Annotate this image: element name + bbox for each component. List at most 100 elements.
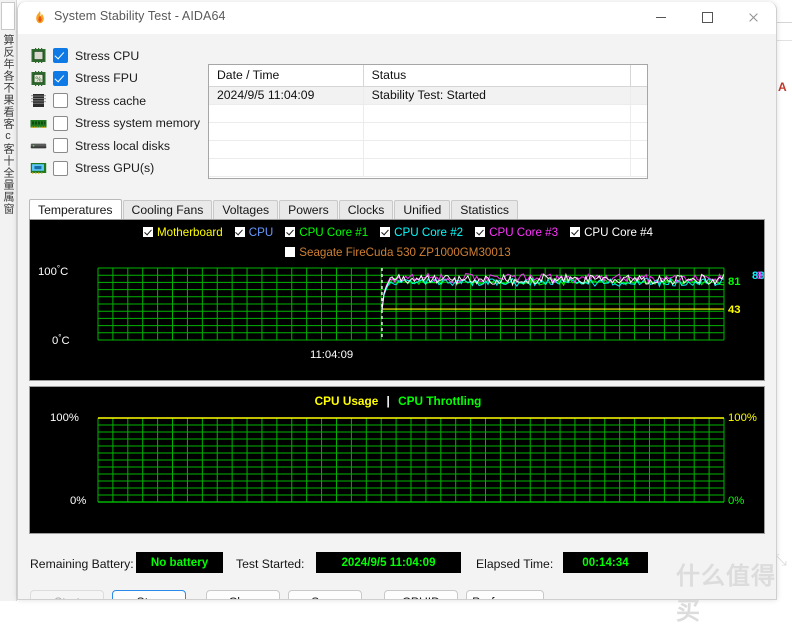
table-row[interactable] (209, 159, 647, 177)
minimize-button[interactable] (638, 2, 684, 33)
clear-button[interactable]: Clear (206, 590, 280, 599)
tab-label: Powers (288, 203, 329, 217)
save-button[interactable]: Save (288, 590, 362, 599)
background-left-rail: 算反年各不果看客c客十全量属窗 (0, 0, 17, 601)
stress-local-disks-checkbox[interactable] (53, 138, 68, 153)
temp-value-motherboard: 43 (728, 304, 741, 316)
temp-value-core1: 81 (728, 276, 741, 288)
stress-option-fpu[interactable]: % Stress FPU (30, 69, 210, 88)
system-stability-test-window: System Stability Test - AIDA64 Stress CP… (17, 2, 777, 600)
stress-gpu-checkbox[interactable] (53, 160, 68, 176)
cpu-usage-plot (97, 417, 725, 503)
cell-status (364, 159, 632, 176)
svg-text:%: % (35, 75, 42, 83)
cell-extra (631, 105, 647, 122)
cell-extra (631, 87, 647, 104)
stress-option-system-memory[interactable]: Stress system memory (30, 114, 210, 133)
close-icon (748, 12, 759, 23)
tab-clocks[interactable]: Clocks (338, 200, 394, 219)
temperatures-chart[interactable]: Motherboard CPU CPU Core #1 CPU Core #2 CPU … (29, 219, 765, 381)
cell-extra (631, 141, 647, 158)
stress-option-gpu[interactable]: Stress GPU(s) (30, 159, 210, 178)
test-started-value: 2024/9/5 11:04:09 (316, 552, 461, 573)
sensor-tab-bar: Temperatures Cooling Fans Voltages Power… (29, 199, 765, 219)
preferences-button[interactable]: Preferences (466, 590, 544, 599)
stress-options-list: Stress CPU % Stress FPU Stress cache Str… (30, 46, 210, 181)
tab-label: Voltages (222, 203, 270, 217)
background-letter: A (778, 80, 787, 94)
stress-option-label: Stress CPU (75, 48, 140, 63)
tab-cooling-fans[interactable]: Cooling Fans (122, 200, 213, 219)
start-button[interactable]: Start (30, 590, 104, 599)
close-button[interactable] (730, 2, 776, 33)
remaining-battery-value: No battery (136, 552, 223, 573)
stress-fpu-checkbox[interactable] (53, 70, 68, 86)
background-left-box (1, 2, 15, 30)
tab-label: Statistics (460, 203, 510, 217)
stress-system-memory-checkbox[interactable] (53, 115, 68, 131)
maximize-icon (701, 12, 713, 23)
cell-datetime (209, 123, 364, 140)
window-client-area: Stress CPU % Stress FPU Stress cache Str… (18, 34, 776, 599)
temperatures-plot (97, 267, 725, 341)
stress-option-cache[interactable]: Stress cache (30, 91, 210, 110)
status-grid-header: Date / Time Status (209, 65, 647, 87)
cell-extra (631, 159, 647, 176)
window-title: System Stability Test - AIDA64 (54, 9, 226, 23)
stress-option-local-disks[interactable]: Stress local disks (30, 136, 210, 155)
cell-extra (631, 123, 647, 140)
cell-datetime (209, 141, 364, 158)
table-row[interactable]: 2024/9/5 11:04:09 Stability Test: Starte… (209, 87, 647, 105)
cache-module-icon (31, 94, 46, 107)
stress-option-label: Stress FPU (75, 71, 138, 85)
memory-dimm-icon (30, 119, 47, 128)
fpu-percent-chip-icon: % (31, 70, 46, 86)
gpu-card-icon (30, 162, 47, 174)
cpu-usage-chart[interactable]: CPU Usage | CPU Throttling 100% 0% 100% … (29, 386, 765, 534)
cell-datetime: 2024/9/5 11:04:09 (209, 87, 364, 104)
temp-grid (97, 267, 725, 341)
stress-cpu-checkbox[interactable] (53, 48, 68, 63)
table-row[interactable] (209, 105, 647, 123)
tab-temperatures[interactable]: Temperatures (29, 199, 122, 219)
column-header-extra[interactable] (631, 65, 647, 86)
background-rule-second (775, 40, 792, 41)
usage-grid (97, 417, 725, 503)
cpuid-button[interactable]: CPUID (384, 590, 458, 599)
hard-disk-icon (30, 143, 47, 149)
title-bar[interactable]: System Stability Test - AIDA64 (18, 2, 776, 34)
cell-status (364, 105, 632, 122)
cpu-chip-icon (31, 48, 46, 63)
tab-label: Cooling Fans (131, 203, 204, 217)
stress-option-cpu[interactable]: Stress CPU (30, 46, 210, 65)
elapsed-time-value: 00:14:34 (563, 552, 648, 573)
table-row[interactable] (209, 123, 647, 141)
status-log-grid[interactable]: Date / Time Status 2024/9/5 11:04:09 Sta… (208, 64, 648, 179)
tab-unified[interactable]: Unified (394, 200, 451, 219)
temp-value-core3: 86 (756, 270, 764, 282)
stress-option-label: Stress cache (75, 93, 147, 108)
stress-option-label: Stress local disks (75, 138, 170, 153)
cell-status (364, 123, 632, 140)
tab-statistics[interactable]: Statistics (451, 200, 519, 219)
column-header-status[interactable]: Status (364, 65, 632, 86)
cell-status (364, 141, 632, 158)
minimize-icon (656, 17, 666, 18)
tab-label: Temperatures (38, 202, 113, 217)
flame-icon (36, 11, 44, 24)
column-header-datetime[interactable]: Date / Time (209, 65, 364, 86)
stop-button[interactable]: Stop (112, 590, 186, 599)
tab-label: Clocks (347, 203, 385, 217)
elapsed-time-label: Elapsed Time: (476, 557, 554, 571)
cell-status: Stability Test: Started (364, 87, 632, 104)
tab-powers[interactable]: Powers (279, 200, 338, 219)
background-vertical-text: 算反年各不果看客c客十全量属窗 (2, 34, 14, 215)
tab-label: Unified (403, 203, 442, 217)
cell-datetime (209, 105, 364, 122)
table-row[interactable] (209, 141, 647, 159)
tab-voltages[interactable]: Voltages (213, 200, 279, 219)
maximize-button[interactable] (684, 2, 730, 33)
stress-option-label: Stress system memory (75, 116, 201, 130)
stress-option-label: Stress GPU(s) (75, 161, 155, 175)
stress-cache-checkbox[interactable] (53, 93, 68, 108)
